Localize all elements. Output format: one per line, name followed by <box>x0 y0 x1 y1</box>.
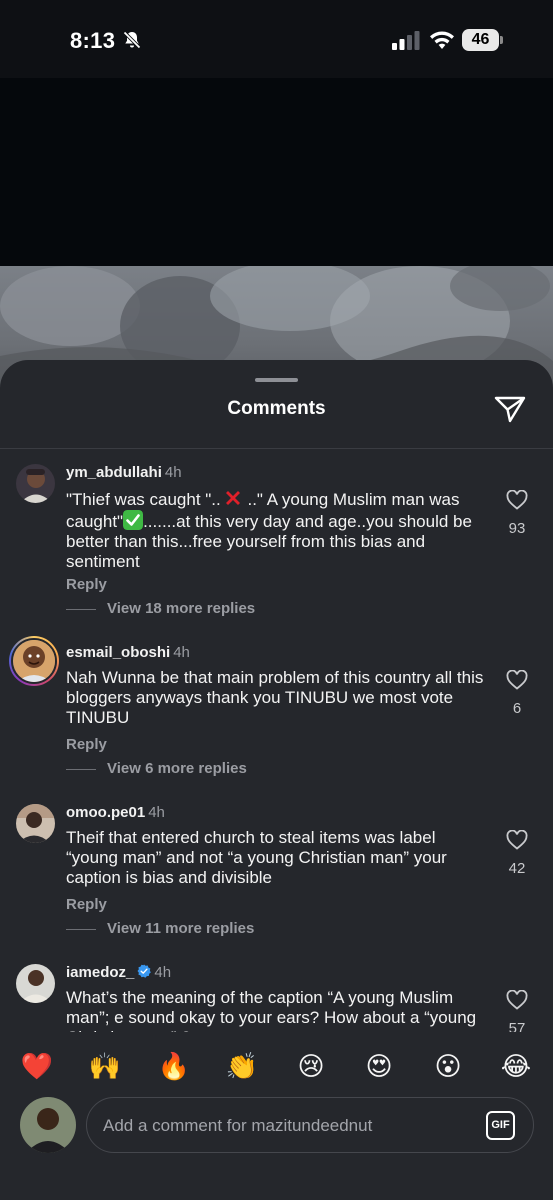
comment-meta: iamedoz_ 4h <box>66 964 171 981</box>
like-count: 57 <box>508 1020 526 1032</box>
avatar[interactable] <box>16 464 55 503</box>
wifi-icon <box>430 31 454 49</box>
video-player[interactable] <box>0 78 553 266</box>
comment-text: What’s the meaning of the caption “A you… <box>66 988 477 1032</box>
reaction-surprised-face[interactable]: 😮 <box>431 1050 465 1084</box>
view-replies-button[interactable]: View 11 more replies <box>66 920 254 937</box>
reaction-crying-face[interactable]: 😢 <box>294 1050 328 1084</box>
reaction-clapping-hands[interactable]: 👏 <box>225 1050 259 1084</box>
battery-icon: 46 <box>462 29 503 51</box>
comment-age: 4h <box>164 464 182 481</box>
reply-button[interactable]: Reply <box>66 896 107 913</box>
reply-button[interactable]: Reply <box>66 736 107 753</box>
comment-username[interactable]: ym_abdullahi <box>66 464 162 481</box>
heart-icon[interactable] <box>506 670 528 690</box>
comment-username[interactable]: esmail_oboshi <box>66 644 170 661</box>
my-avatar[interactable] <box>20 1097 76 1153</box>
reply-button[interactable]: Reply <box>66 576 107 593</box>
heart-icon[interactable] <box>506 830 528 850</box>
view-replies-button[interactable]: View 18 more replies <box>66 600 255 617</box>
status-bar: 8:13 46 <box>0 0 553 78</box>
like-count: 93 <box>508 520 526 537</box>
avatar[interactable] <box>16 964 55 1003</box>
comment-text: "Thief was caught ".. .." A young Muslim… <box>66 488 486 572</box>
status-time: 8:13 <box>70 28 116 53</box>
sheet-divider <box>0 448 553 449</box>
reaction-raising-hands[interactable]: 🙌 <box>88 1050 122 1084</box>
comments-list[interactable]: ym_abdullahi 4h "Thief was caught ".. .."… <box>0 450 553 1032</box>
comment-username[interactable]: iamedoz_ <box>66 964 134 981</box>
comment-username[interactable]: omoo.pe01 <box>66 804 145 821</box>
view-replies-label: View 6 more replies <box>107 760 247 777</box>
heart-icon[interactable] <box>506 490 528 510</box>
bell-slash-icon <box>123 31 141 49</box>
reaction-tears-of-joy[interactable]: 😂 <box>499 1050 533 1084</box>
signal-icon <box>392 31 420 50</box>
comment-input[interactable]: Add a comment for mazitundeednut GIF <box>86 1097 534 1153</box>
cross-mark-emoji <box>225 491 240 505</box>
comment-age: 4h <box>173 644 190 661</box>
comment-text: Theif that entered church to steal items… <box>66 828 447 887</box>
reaction-red-heart[interactable]: ❤️ <box>20 1050 54 1084</box>
view-replies-label: View 11 more replies <box>107 920 255 937</box>
comment-meta: ym_abdullahi 4h <box>66 464 182 481</box>
comment-text: Nah Wunna be that main problem of this c… <box>66 668 484 727</box>
view-replies-label: View 18 more replies <box>107 600 256 617</box>
like-count: 42 <box>508 860 526 877</box>
like-count: 6 <box>512 700 522 717</box>
paper-plane-icon[interactable] <box>493 394 527 424</box>
heart-icon[interactable] <box>506 990 528 1010</box>
battery-level: 46 <box>462 29 499 51</box>
verified-badge-icon <box>137 964 152 978</box>
avatar[interactable] <box>16 804 55 843</box>
comments-sheet: Comments ym_abdullahi 4h "Thief was caugh… <box>0 360 553 1200</box>
emoji-reaction-bar: ❤️ 🙌 🔥 👏 😢 😍 😮 😂 <box>0 1032 553 1092</box>
sheet-title: Comments <box>227 398 326 419</box>
reaction-heart-eyes[interactable]: 😍 <box>362 1050 396 1084</box>
comment-text-part: "Thief was caught ".. <box>66 490 221 509</box>
comment-meta: esmail_oboshi 4h <box>66 644 190 661</box>
view-replies-button[interactable]: View 6 more replies <box>66 760 247 777</box>
comment-composer: Add a comment for mazitundeednut GIF <box>0 1092 553 1200</box>
comment-input-placeholder: Add a comment for mazitundeednut <box>103 1116 373 1135</box>
gif-button[interactable]: GIF <box>486 1111 515 1140</box>
comment-age: 4h <box>148 804 165 821</box>
comment-age: 4h <box>154 964 172 981</box>
reaction-fire[interactable]: 🔥 <box>157 1050 191 1084</box>
drag-handle[interactable] <box>255 378 298 382</box>
comment-meta: omoo.pe01 4h <box>66 804 165 821</box>
avatar[interactable] <box>9 636 59 686</box>
check-mark-emoji <box>123 510 144 530</box>
